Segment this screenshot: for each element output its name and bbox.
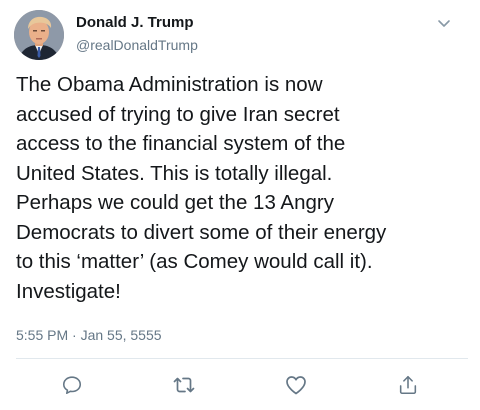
tweet-timestamp[interactable]: 5:55 PM · Jan 55, 5555 <box>16 327 162 343</box>
avatar[interactable] <box>14 10 64 60</box>
tweet-text: The Obama Administration is now accused … <box>16 73 387 303</box>
display-name[interactable]: Donald J. Trump <box>76 14 198 32</box>
author-block[interactable]: Donald J. Trump @realDonaldTrump <box>76 14 198 54</box>
tweet-card: Donald J. Trump @realDonaldTrump The Oba… <box>0 0 480 410</box>
retweet-button[interactable] <box>172 373 196 397</box>
speech-bubble-icon <box>62 376 82 395</box>
retweet-arrows-icon <box>173 377 195 393</box>
reply-button[interactable] <box>60 373 84 397</box>
share-upload-icon <box>399 375 417 395</box>
chevron-down-icon[interactable] <box>434 14 454 34</box>
share-button[interactable] <box>396 373 420 397</box>
like-button[interactable] <box>284 373 308 397</box>
action-bar <box>0 370 480 400</box>
heart-icon <box>286 376 306 395</box>
profile-photo-icon <box>14 10 64 60</box>
divider <box>16 358 468 359</box>
user-handle[interactable]: @realDonaldTrump <box>76 36 198 54</box>
